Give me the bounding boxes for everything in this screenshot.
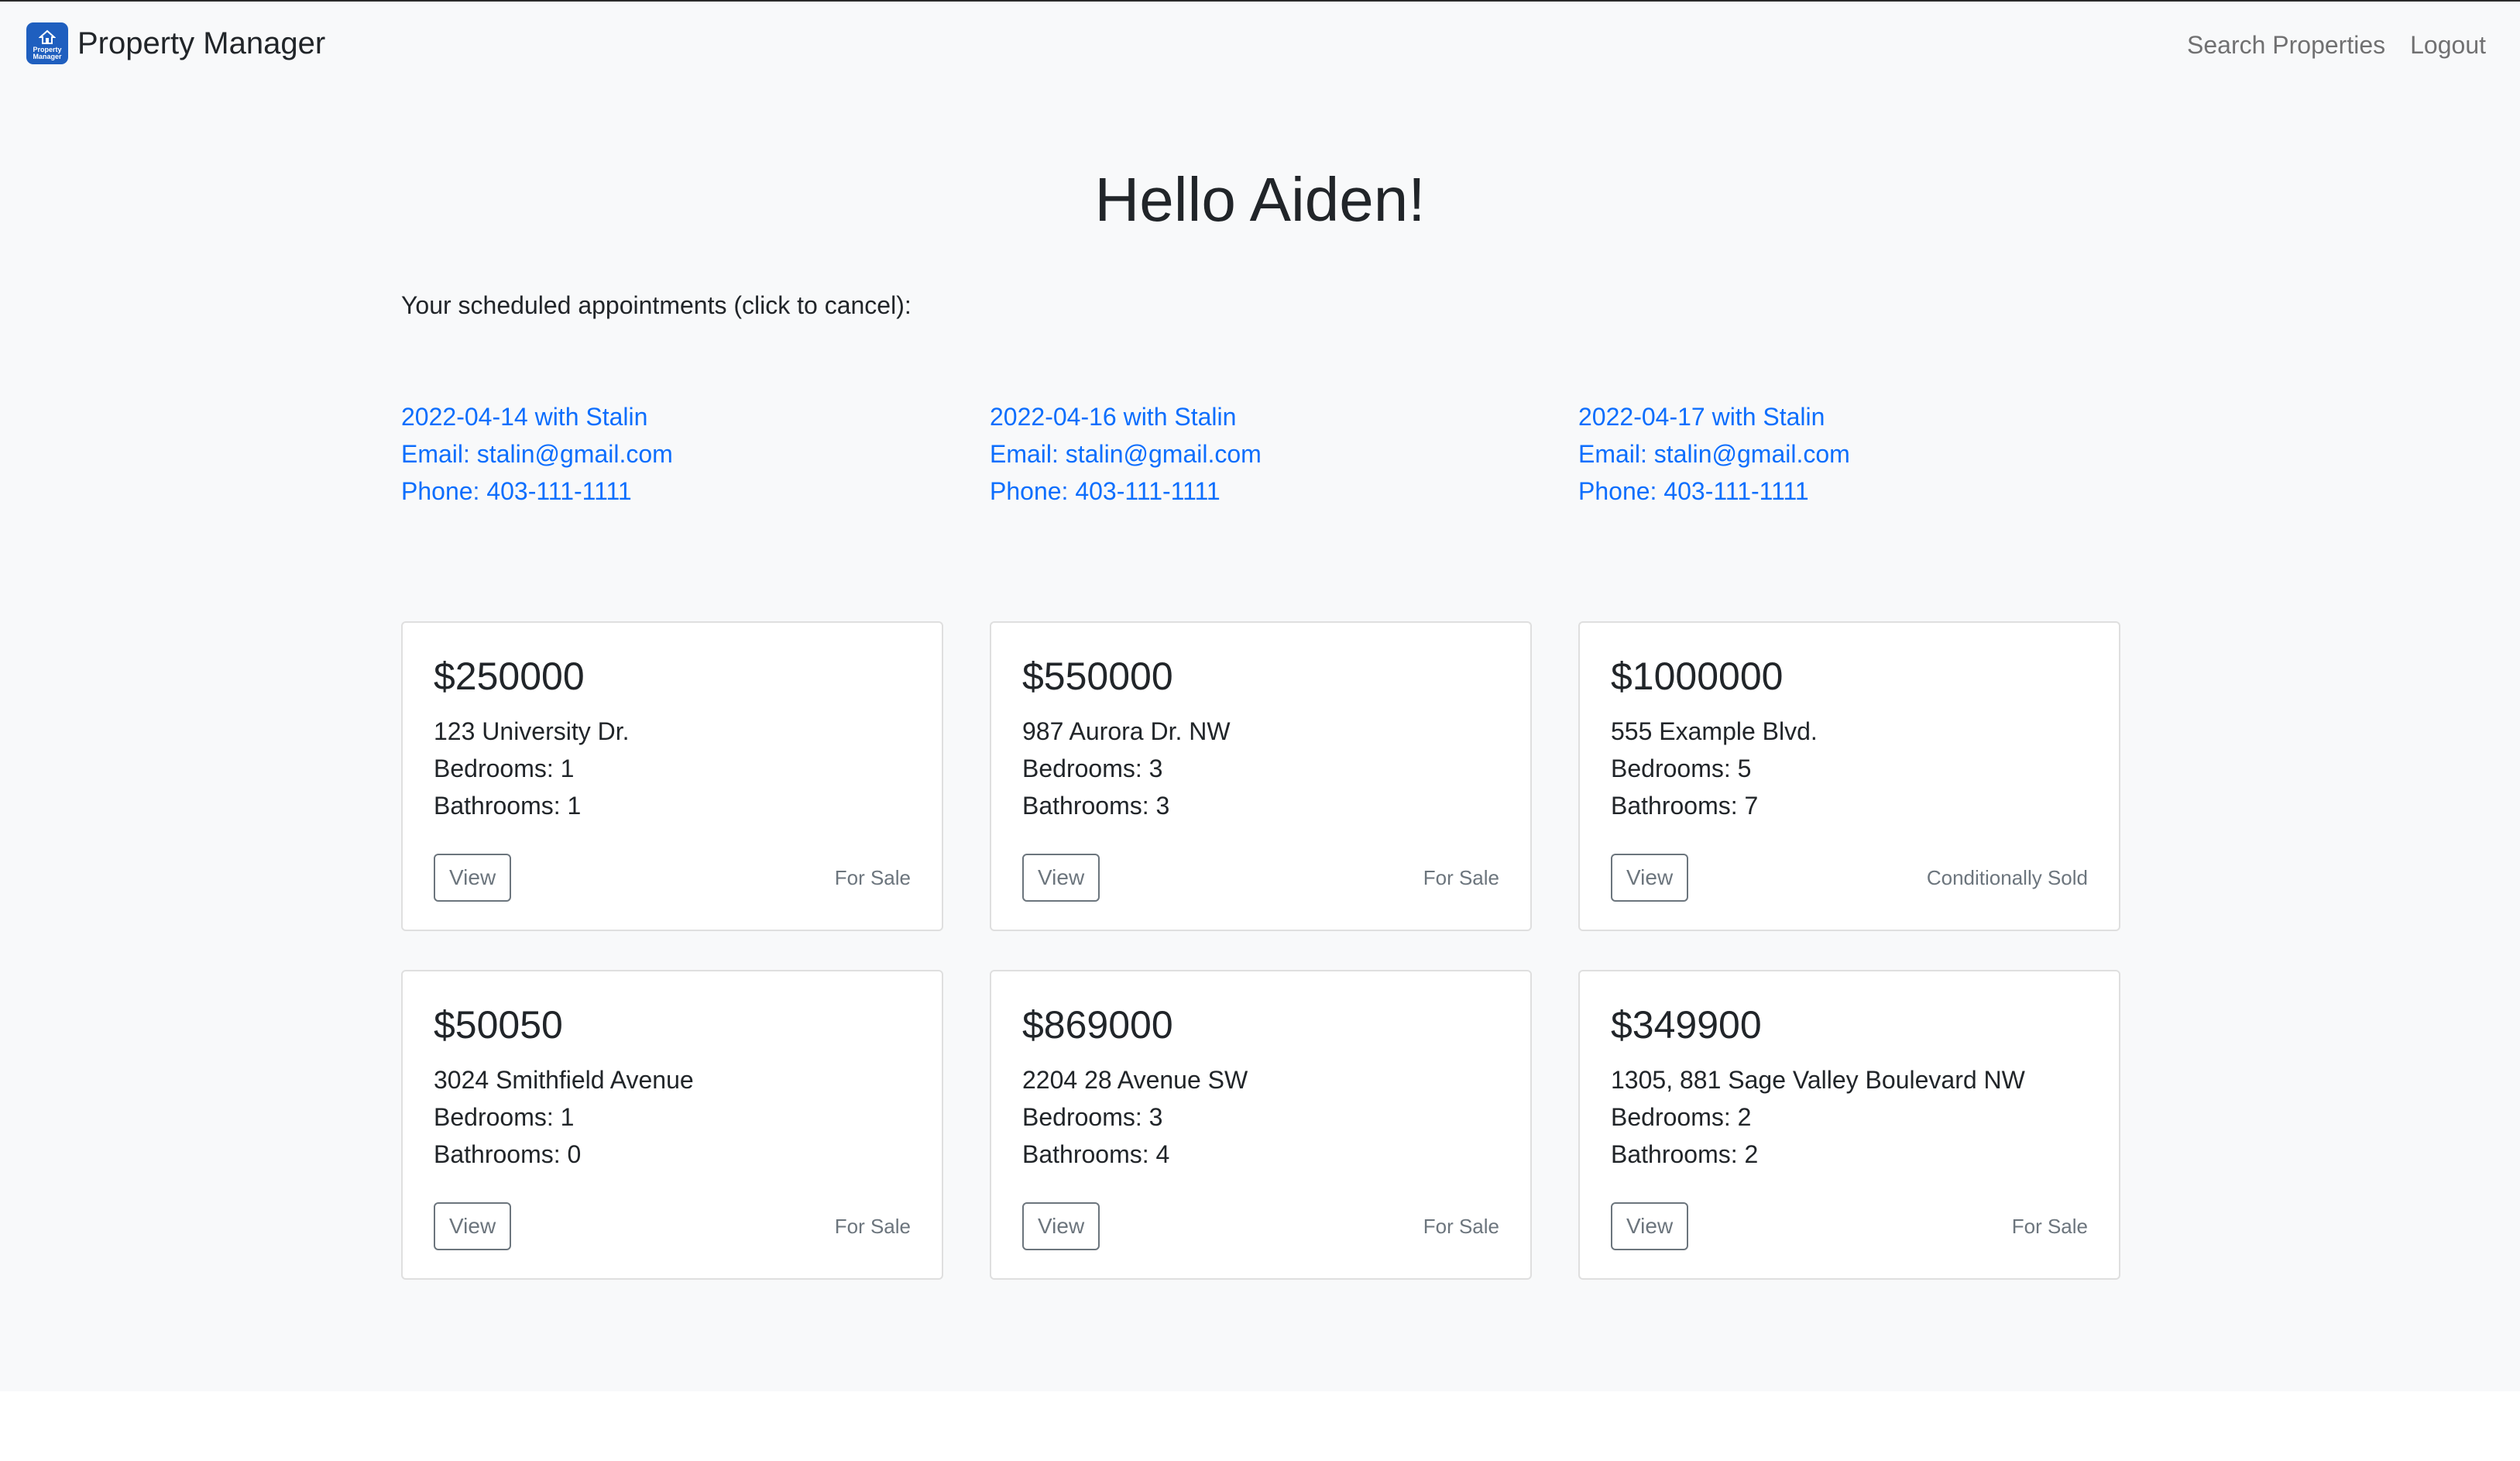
- card-footer: View For Sale: [434, 1202, 911, 1250]
- card-body: $550000 987 Aurora Dr. NW Bedrooms: 3 Ba…: [1022, 651, 1499, 902]
- property-price: $250000: [434, 655, 585, 698]
- property-address: 555 Example Blvd.: [1611, 717, 1818, 745]
- property-bedrooms: Bedrooms: 3: [1022, 755, 1163, 782]
- card-footer: View For Sale: [1022, 854, 1499, 902]
- property-address: 2204 28 Avenue SW: [1022, 1066, 1248, 1094]
- brand-link[interactable]: Property Manager Property Manager: [26, 22, 325, 65]
- appointment-title: 2022-04-16 with Stalin: [990, 403, 1237, 431]
- property-address: 987 Aurora Dr. NW: [1022, 717, 1231, 745]
- appointment-link[interactable]: 2022-04-16 with Stalin Email: stalin@gma…: [990, 398, 1532, 510]
- property-status: For Sale: [834, 865, 911, 889]
- property-info: 3024 Smithfield Avenue Bedrooms: 1 Bathr…: [434, 1061, 911, 1173]
- card-body: $869000 2204 28 Avenue SW Bedrooms: 3 Ba…: [1022, 999, 1499, 1250]
- appointment-email: Email: stalin@gmail.com: [401, 440, 673, 468]
- appointments-intro: Your scheduled appointments (click to ca…: [401, 291, 912, 319]
- property-card: $550000 987 Aurora Dr. NW Bedrooms: 3 Ba…: [990, 621, 1532, 931]
- view-button[interactable]: View: [1022, 854, 1100, 902]
- property-bedrooms: Bedrooms: 2: [1611, 1103, 1752, 1131]
- property-card: $349900 1305, 881 Sage Valley Boulevard …: [1578, 970, 2120, 1280]
- property-status: For Sale: [1423, 865, 1499, 889]
- property-bathrooms: Bathrooms: 1: [434, 792, 582, 820]
- property-info: 2204 28 Avenue SW Bedrooms: 3 Bathrooms:…: [1022, 1061, 1499, 1173]
- property-bathrooms: Bathrooms: 7: [1611, 792, 1759, 820]
- property-bathrooms: Bathrooms: 0: [434, 1140, 582, 1168]
- property-bathrooms: Bathrooms: 4: [1022, 1140, 1170, 1168]
- appointment-link[interactable]: 2022-04-17 with Stalin Email: stalin@gma…: [1578, 398, 2120, 510]
- property-bedrooms: Bedrooms: 3: [1022, 1103, 1163, 1131]
- property-bathrooms: Bathrooms: 3: [1022, 792, 1170, 820]
- nav-link-search-properties[interactable]: Search Properties: [2187, 25, 2385, 65]
- appointments-list: 2022-04-14 with Stalin Email: stalin@gma…: [401, 398, 2120, 514]
- property-status: For Sale: [2011, 1214, 2088, 1238]
- card-footer: View For Sale: [434, 854, 911, 902]
- property-info: 987 Aurora Dr. NW Bedrooms: 3 Bathrooms:…: [1022, 713, 1499, 824]
- navbar: Property Manager Property Manager Search…: [0, 2, 2520, 88]
- nav-link-logout[interactable]: Logout: [2410, 25, 2486, 65]
- card-body: $50050 3024 Smithfield Avenue Bedrooms: …: [434, 999, 911, 1250]
- property-address: 1305, 881 Sage Valley Boulevard NW: [1611, 1066, 2025, 1094]
- property-bathrooms: Bathrooms: 2: [1611, 1140, 1759, 1168]
- card-body: $349900 1305, 881 Sage Valley Boulevard …: [1611, 999, 2088, 1250]
- card-body: $250000 123 University Dr. Bedrooms: 1 B…: [434, 651, 911, 902]
- property-price: $869000: [1022, 1003, 1173, 1047]
- greeting-heading: Hello Aiden!: [1094, 165, 1426, 234]
- page-background: Property Manager Property Manager Search…: [0, 2, 2520, 1391]
- view-button[interactable]: View: [1611, 1202, 1689, 1250]
- view-button[interactable]: View: [434, 854, 512, 902]
- property-price: $1000000: [1611, 655, 1784, 698]
- property-status: For Sale: [1423, 1214, 1499, 1238]
- appointment-email: Email: stalin@gmail.com: [1578, 440, 1850, 468]
- property-price: $50050: [434, 1003, 563, 1047]
- property-card: $50050 3024 Smithfield Avenue Bedrooms: …: [401, 970, 943, 1280]
- appointment-title: 2022-04-14 with Stalin: [401, 403, 648, 431]
- card-footer: View Conditionally Sold: [1611, 854, 2088, 902]
- card-body: $1000000 555 Example Blvd. Bedrooms: 5 B…: [1611, 651, 2088, 902]
- property-address: 3024 Smithfield Avenue: [434, 1066, 694, 1094]
- view-button[interactable]: View: [1022, 1202, 1100, 1250]
- property-bedrooms: Bedrooms: 1: [434, 755, 575, 782]
- property-bedrooms: Bedrooms: 5: [1611, 755, 1752, 782]
- property-card: $250000 123 University Dr. Bedrooms: 1 B…: [401, 621, 943, 931]
- property-info: 1305, 881 Sage Valley Boulevard NW Bedro…: [1611, 1061, 2088, 1173]
- house-logo-icon: Property Manager: [26, 22, 68, 64]
- appointment-phone: Phone: 403-111-1111: [990, 477, 1221, 505]
- property-card: $869000 2204 28 Avenue SW Bedrooms: 3 Ba…: [990, 970, 1532, 1280]
- view-button[interactable]: View: [434, 1202, 512, 1250]
- appointment-email: Email: stalin@gmail.com: [990, 440, 1262, 468]
- logo-text: Property Manager: [33, 46, 62, 60]
- nav-links: Search Properties Logout: [2187, 25, 2486, 65]
- property-info: 123 University Dr. Bedrooms: 1 Bathrooms…: [434, 713, 911, 824]
- property-card: $1000000 555 Example Blvd. Bedrooms: 5 B…: [1578, 621, 2120, 931]
- brand-name: Property Manager: [77, 26, 326, 60]
- property-price: $349900: [1611, 1003, 1762, 1047]
- property-address: 123 University Dr.: [434, 717, 630, 745]
- property-bedrooms: Bedrooms: 1: [434, 1103, 575, 1131]
- card-footer: View For Sale: [1611, 1202, 2088, 1250]
- appointment-phone: Phone: 403-111-1111: [401, 477, 632, 505]
- appointment-link[interactable]: 2022-04-14 with Stalin Email: stalin@gma…: [401, 398, 943, 510]
- property-status: For Sale: [834, 1214, 911, 1238]
- property-price: $550000: [1022, 655, 1173, 698]
- card-footer: View For Sale: [1022, 1202, 1499, 1250]
- property-status: Conditionally Sold: [1926, 865, 2088, 889]
- appointment-title: 2022-04-17 with Stalin: [1578, 403, 1825, 431]
- appointment-phone: Phone: 403-111-1111: [1578, 477, 1809, 505]
- property-info: 555 Example Blvd. Bedrooms: 5 Bathrooms:…: [1611, 713, 2088, 824]
- view-button[interactable]: View: [1611, 854, 1689, 902]
